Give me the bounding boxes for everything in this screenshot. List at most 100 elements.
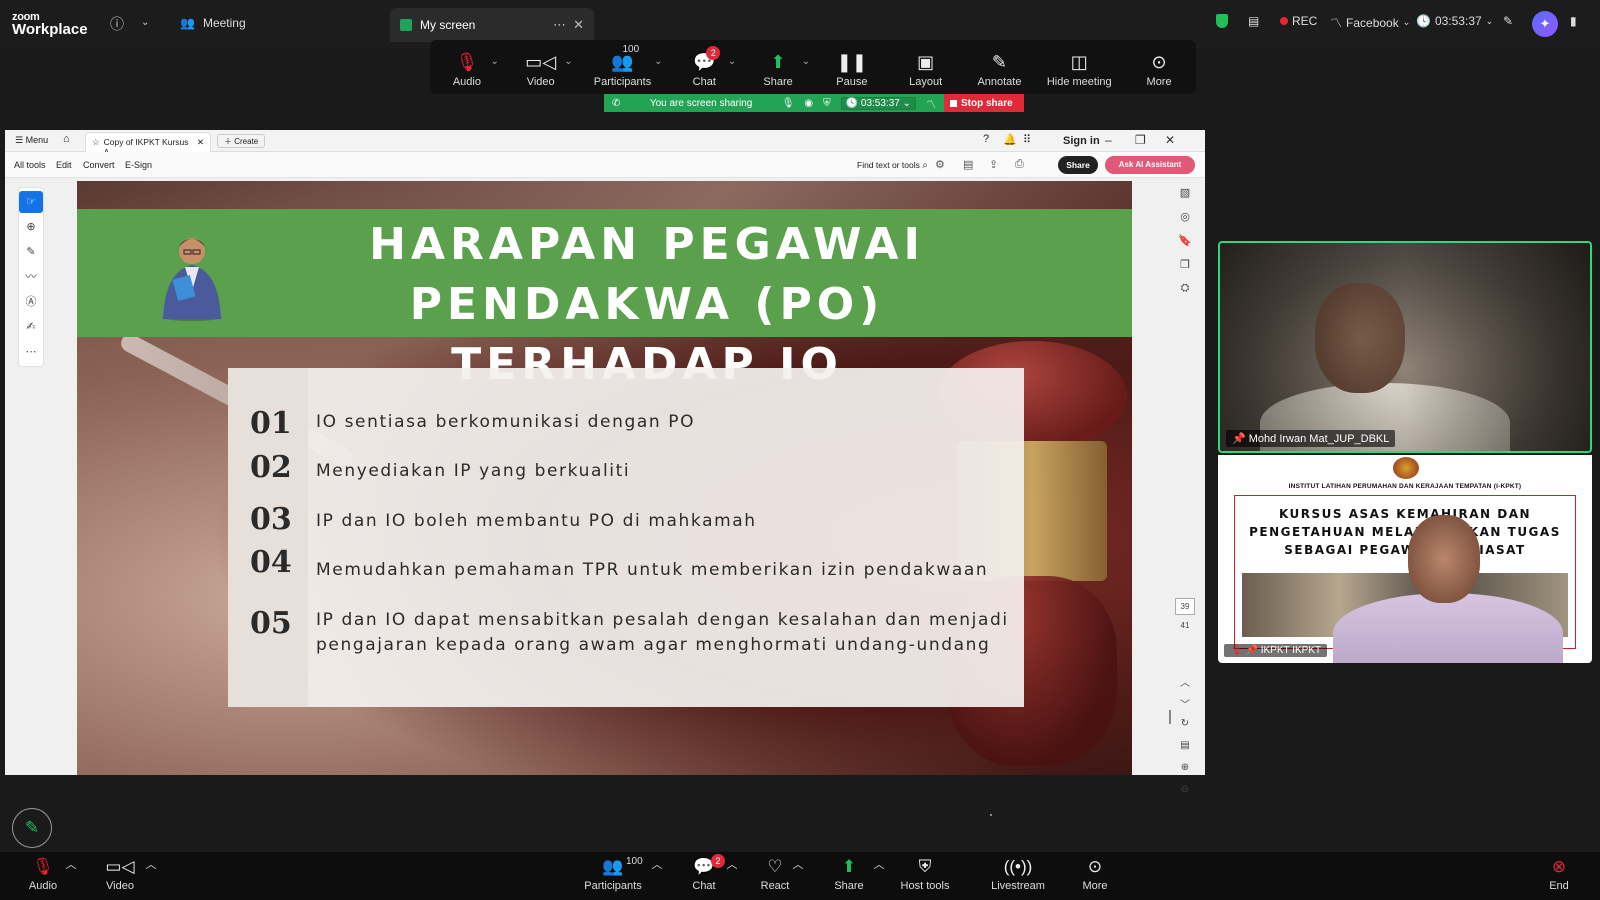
whiteboard-pen-icon[interactable]: ✎ [1503, 14, 1513, 28]
zoom-out-icon[interactable]: ⊖ [1175, 784, 1195, 806]
bell-icon[interactable]: 🔔 [1003, 133, 1017, 146]
meeting-tab[interactable]: 👥 Meeting [180, 16, 246, 30]
chat-button[interactable]: 💬 2 ⌄ Chat [670, 46, 738, 88]
pages-icon[interactable]: ❐ [1175, 258, 1195, 282]
bottom-meeting-toolbar: 🎙 Audio ︿ ▭◁ Video ︿ 👥 100 Participants … [0, 852, 1600, 900]
save-icon[interactable]: ▤ [963, 158, 973, 171]
people-icon: 👥 [180, 16, 195, 30]
minimize-icon[interactable]: – [1105, 133, 1112, 147]
sign-in-link[interactable]: Sign in [1063, 135, 1100, 147]
more-button[interactable]: ⊙ More [1125, 50, 1193, 88]
draw-tool-icon[interactable]: 〰 [19, 266, 43, 288]
layout-button[interactable]: ▣ Layout [892, 50, 960, 88]
bookmark-icon[interactable]: 🔖 [1175, 234, 1195, 258]
livestream-facebook[interactable]: 〽 Facebook ⌄ [1330, 14, 1410, 31]
menu-all-tools[interactable]: All tools [14, 160, 46, 170]
expectations-list: 01 IO sentiasa berkomunikasi dengan PO 0… [228, 368, 1024, 707]
livestream-button[interactable]: ((•)) Livestream [983, 856, 1053, 892]
chevron-down-icon[interactable]: ⌄ [141, 17, 149, 28]
close-icon[interactable]: ✕ [197, 137, 204, 148]
more-options-icon[interactable]: ⋯ [553, 17, 566, 33]
zoom-tool-icon[interactable]: ⊕ [19, 216, 43, 238]
screen-sharing-strip: ✆ You are screen sharing 🎙 ◉ ⛨ 🕓 03:53:3… [604, 94, 1024, 112]
menu-convert[interactable]: Convert [83, 160, 115, 170]
more-tools-icon[interactable]: ⋯ [19, 341, 43, 363]
encryption-shield-icon[interactable] [1216, 14, 1228, 28]
info-icon[interactable]: ⓘ [110, 14, 124, 34]
mic-muted-icon[interactable]: 🎙 [782, 98, 795, 109]
audio-button[interactable]: 🎙 ⌄ Audio [433, 50, 501, 88]
participant-video-tile[interactable]: 📌 Mohd Irwan Mat_JUP_DBKL [1218, 241, 1592, 453]
current-page[interactable]: 39 [1175, 598, 1195, 615]
stop-icon [950, 99, 957, 107]
attachments-icon[interactable]: ⛭ [1175, 282, 1195, 306]
video-button[interactable]: ▭◁ ⌄ Video [507, 50, 575, 88]
apps-grid-icon[interactable]: ⠿ [1023, 133, 1031, 146]
share-button[interactable]: ⬆ ⌄ Share [744, 50, 812, 88]
notes-icon[interactable]: ▤ [1248, 14, 1259, 28]
sidebar-toggle-icon[interactable]: ▮ [1570, 14, 1577, 28]
upload-cloud-icon[interactable]: ⇪ [989, 158, 998, 171]
item-number: 03 [250, 502, 292, 537]
host-video-tile[interactable]: INSTITUT LATIHAN PERUMAHAN DAN KERAJAAN … [1218, 455, 1592, 663]
close-icon[interactable]: ✕ [573, 17, 584, 33]
pause-icon: ❚❚ [836, 52, 867, 72]
refresh-icon[interactable]: ↻ [1175, 718, 1195, 740]
recording-indicator[interactable]: REC [1280, 14, 1317, 28]
participant-name-label: 📌 Mohd Irwan Mat_JUP_DBKL [1226, 430, 1396, 447]
more-button[interactable]: ⊙ More [1060, 856, 1130, 892]
scrollbar-thumb[interactable] [1169, 710, 1171, 724]
document-tab[interactable]: ☆ Copy of IKPKT Kursus A... ✕ [85, 132, 211, 157]
chevron-up-icon[interactable]: ︿ [116, 856, 186, 872]
list-item: IP dan IO boleh membantu PO di mahkamah [316, 511, 757, 531]
share-timer[interactable]: 🕓 03:53:37 ⌄ [840, 96, 916, 110]
participants-button[interactable]: 👥 100 ⌄ Participants [580, 44, 664, 88]
chevron-down-icon[interactable]: ⌄ [564, 56, 572, 67]
chevron-down-icon[interactable]: ⌄ [728, 56, 736, 67]
item-number: 04 [250, 545, 292, 580]
highlight-tool-icon[interactable]: ✎ [19, 241, 43, 263]
menu-esign[interactable]: E-Sign [125, 160, 152, 170]
close-window-icon[interactable]: ✕ [1165, 133, 1175, 147]
shield-icon[interactable]: ⛨ [823, 98, 831, 109]
chevron-down-icon[interactable]: ⌄ [802, 56, 810, 67]
broadcast-icon: 〽 [1330, 16, 1343, 30]
ai-companion-icon[interactable]: ✦ [1532, 11, 1558, 37]
star-icon[interactable]: ☆ [92, 137, 100, 148]
stamp-tool-icon[interactable]: ✍ [19, 316, 43, 338]
meeting-timer[interactable]: 🕓 03:53:37 ⌄ [1416, 14, 1493, 28]
chevron-down-icon[interactable]: ⌄ [491, 56, 499, 67]
pdf-share-button[interactable]: Share [1058, 156, 1098, 174]
host-tools-button[interactable]: ⛨ Host tools [890, 856, 960, 892]
menu-edit[interactable]: Edit [56, 160, 72, 170]
zoom-logo: zoom Workplace [12, 11, 88, 38]
help-icon[interactable]: ? [983, 133, 989, 145]
broadcast-icon[interactable]: 〽 [926, 96, 936, 111]
hamburger-menu[interactable]: ☰ Menu [15, 135, 48, 146]
home-icon[interactable]: ⌂ [63, 133, 70, 145]
chevron-down-icon[interactable]: ﹀ [1175, 696, 1195, 718]
page-save-icon[interactable]: ▤ [1175, 740, 1195, 762]
pause-share-button[interactable]: ❚❚ Pause [818, 50, 886, 88]
chevron-down-icon[interactable]: ⌄ [654, 56, 662, 67]
hide-meeting-button[interactable]: ◫ Hide meeting [1039, 50, 1119, 88]
select-tool-icon[interactable]: ☞ [19, 191, 43, 213]
ai-tools-icon[interactable]: ⚙ [935, 158, 945, 171]
print-icon[interactable]: ⎙ [1015, 158, 1024, 171]
ai-panel-icon[interactable]: ◎ [1175, 210, 1195, 234]
end-meeting-button[interactable]: ⊗ End [1524, 856, 1594, 892]
find-input[interactable]: Find text or tools ⌕ [857, 160, 928, 171]
text-tool-icon[interactable]: Ⓐ [19, 291, 43, 313]
create-tab-button[interactable]: ＋ Create [217, 134, 266, 148]
camera-icon[interactable]: ◉ [804, 98, 813, 109]
zoom-in-icon[interactable]: ⊕ [1175, 762, 1195, 784]
my-screen-tab[interactable]: My screen ⋯ ✕ [390, 8, 594, 42]
ask-ai-assistant-button[interactable]: Ask AI Assistant [1105, 156, 1195, 174]
comment-panel-icon[interactable]: ▧ [1175, 186, 1195, 210]
restore-icon[interactable]: ❐ [1135, 133, 1146, 147]
annotate-button[interactable]: ✎ Annotate [965, 50, 1033, 88]
stop-share-button[interactable]: Stop share [944, 94, 1024, 112]
item-number: 01 [250, 406, 292, 441]
chevron-up-icon[interactable]: ︿ [1175, 674, 1195, 696]
annotation-pencil-button[interactable]: ✎ [12, 808, 52, 848]
